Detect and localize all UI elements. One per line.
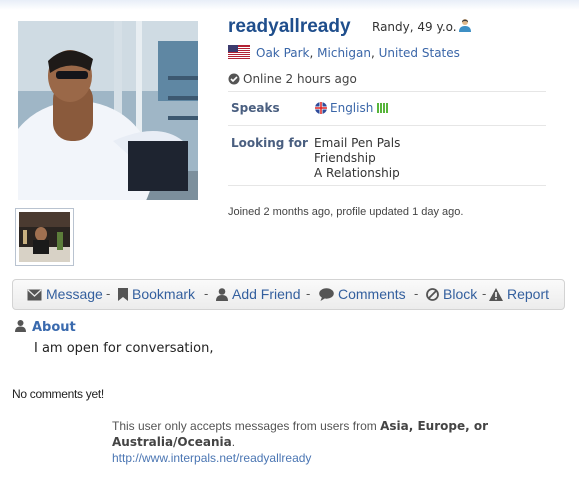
profile-action-bar: Message - Bookmark - Add Friend - Commen… xyxy=(12,279,565,310)
add-friend-button[interactable]: Add Friend xyxy=(216,286,300,302)
looking-for-item: Friendship xyxy=(314,151,376,165)
bookmark-button[interactable]: Bookmark xyxy=(118,286,195,302)
location-separator: , xyxy=(370,46,375,60)
username[interactable]: readyallready xyxy=(228,16,351,38)
fluency-bars-icon xyxy=(377,102,389,116)
location-city-link[interactable]: Oak Park xyxy=(256,46,310,60)
ban-icon xyxy=(426,288,439,301)
report-label: Report xyxy=(507,286,550,302)
language-english: English xyxy=(315,101,389,117)
looking-for-list: Email Pen Pals Friendship A Relationship xyxy=(314,136,400,181)
action-separator: - xyxy=(414,286,419,301)
speech-bubble-icon xyxy=(319,288,334,301)
bookmark-icon xyxy=(118,288,128,301)
looking-for-label: Looking for xyxy=(231,136,308,150)
restriction-suffix: . xyxy=(231,435,236,449)
top-gradient xyxy=(0,0,579,10)
divider xyxy=(228,125,546,126)
divider xyxy=(228,185,546,186)
warning-icon xyxy=(489,288,503,301)
male-user-icon xyxy=(458,17,472,36)
block-button[interactable]: Block xyxy=(426,286,477,302)
looking-for-item: A Relationship xyxy=(314,166,400,180)
profile-photo[interactable] xyxy=(18,21,198,200)
action-separator: - xyxy=(482,286,487,301)
report-button[interactable]: Report xyxy=(489,286,549,302)
action-separator: - xyxy=(306,286,311,301)
message-button[interactable]: Message xyxy=(27,286,103,302)
restriction-prefix: This user only accepts messages from use… xyxy=(112,419,381,433)
about-heading: About xyxy=(15,320,76,335)
comments-label: Comments xyxy=(338,286,406,302)
profile-url-link[interactable]: http://www.interpals.net/readyallready xyxy=(112,451,311,465)
location-region-link[interactable]: Michigan xyxy=(317,46,371,60)
about-text: I am open for conversation, xyxy=(34,341,214,356)
us-flag-icon xyxy=(228,45,250,62)
speaks-label: Speaks xyxy=(231,101,280,115)
name-age: Randy, 49 y.o. xyxy=(372,20,457,34)
photo-thumbnail[interactable] xyxy=(15,208,74,266)
location-separator: , xyxy=(309,46,314,60)
no-comments-text: No comments yet! xyxy=(12,387,104,401)
looking-for-item: Email Pen Pals xyxy=(314,136,401,150)
location-country-link[interactable]: United States xyxy=(379,46,460,60)
message-restriction-notice: This user only accepts messages from use… xyxy=(112,418,512,466)
about-heading-text: About xyxy=(32,320,76,335)
action-separator: - xyxy=(106,286,111,301)
user-icon xyxy=(216,288,228,301)
envelope-icon xyxy=(27,289,42,301)
user-icon xyxy=(15,320,26,332)
check-circle-icon xyxy=(228,73,240,88)
joined-updated-text: Joined 2 months ago, profile updated 1 d… xyxy=(228,206,464,218)
add-friend-label: Add Friend xyxy=(232,286,301,302)
uk-flag-icon xyxy=(315,102,327,117)
message-label: Message xyxy=(46,286,103,302)
bookmark-label: Bookmark xyxy=(132,286,196,302)
block-label: Block xyxy=(443,286,478,302)
online-status-text: Online 2 hours ago xyxy=(243,72,357,86)
divider xyxy=(228,91,546,92)
online-status: Online 2 hours ago xyxy=(228,72,357,88)
comments-button[interactable]: Comments xyxy=(319,286,406,302)
language-name[interactable]: English xyxy=(330,101,373,115)
location: Oak Park, Michigan, United States xyxy=(228,45,460,62)
action-separator: - xyxy=(204,286,209,301)
